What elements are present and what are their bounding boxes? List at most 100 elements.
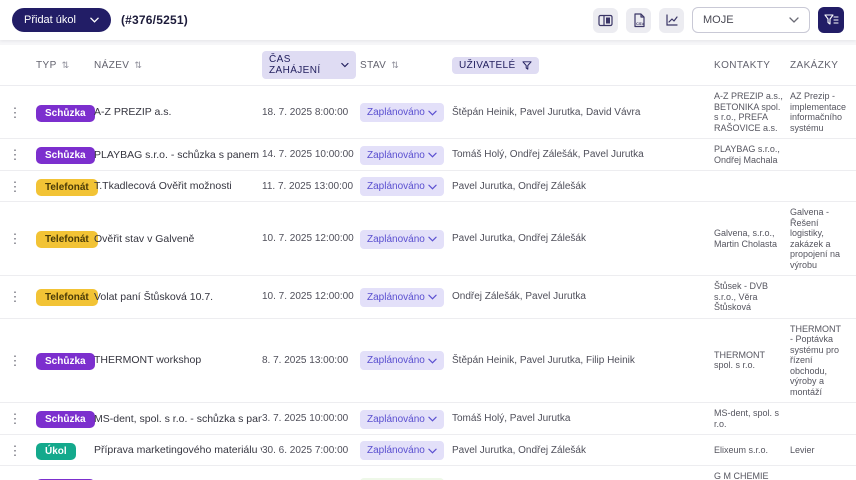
- contacts-list: PLAYBAG s.r.o., Ondřej Machala: [714, 144, 790, 165]
- type-badge: Úkol: [36, 443, 76, 460]
- start-time: 14. 7. 2025 10:00:00: [262, 149, 360, 160]
- type-badge: Telefonát: [36, 179, 98, 196]
- sort-icon[interactable]: ⇅: [62, 60, 70, 71]
- contacts-list: A-Z PREZIP a.s., BETONIKA spol. s r.o., …: [714, 91, 790, 133]
- orders-list: Galvena - Řešení logistiky, zakázek a pr…: [790, 207, 856, 270]
- task-name[interactable]: MS-dent, spol. s r.o. - schůzka s panem …: [94, 413, 262, 425]
- table-row: ⋮ Telefonát Volat paní Štůsková 10.7. 10…: [0, 276, 856, 319]
- type-badge: Schůzka: [36, 353, 95, 370]
- row-menu-icon[interactable]: ⋮: [9, 444, 22, 457]
- chevron-down-icon: [428, 184, 437, 190]
- users-list: Tomáš Holý, Ondřej Zálešák, Pavel Jurutk…: [452, 149, 714, 160]
- type-badge: Schůzka: [36, 411, 95, 428]
- orders-list: Levier: [790, 445, 856, 456]
- contacts-list: Galvena, s.r.o., Martin Cholasta: [714, 228, 790, 249]
- table-body: ⋮ Schůzka A-Z PREZIP a.s. 18. 7. 2025 8:…: [0, 86, 856, 480]
- contacts-list: Štůsek - DVB s.r.o., Věra Štůsková: [714, 281, 790, 313]
- table-row: ⋮ Schůzka MS-dent, spol. s r.o. - schůzk…: [0, 403, 856, 435]
- start-time: 8. 7. 2025 13:00:00: [262, 355, 360, 366]
- status-select[interactable]: Zaplánováno: [360, 146, 444, 165]
- chevron-down-icon: [789, 17, 799, 23]
- users-list: Pavel Jurutka, Ondřej Zálešák: [452, 445, 714, 456]
- sort-icon[interactable]: ⇅: [134, 60, 142, 71]
- chevron-down-icon: [428, 416, 437, 422]
- column-header-nazev[interactable]: NÁZEV ⇅: [94, 60, 262, 71]
- task-name[interactable]: T.Tkadlecová Ověřit možnosti: [94, 180, 262, 192]
- row-menu-icon[interactable]: ⋮: [9, 148, 22, 161]
- column-header-cas-zahajeni[interactable]: ČAS ZAHÁJENÍ: [262, 51, 360, 79]
- chevron-down-icon: [428, 152, 437, 158]
- table-row: ⋮ Schůzka THERMONT workshop 8. 7. 2025 1…: [0, 319, 856, 404]
- row-menu-icon[interactable]: ⋮: [9, 180, 22, 193]
- filter-funnel-icon: [522, 61, 532, 70]
- table-row: ⋮ Schůzka PLAYBAG s.r.o. - schůzka s pan…: [0, 139, 856, 171]
- chevron-down-icon: [90, 17, 99, 23]
- table-row: ⋮ Telefonát Ověřit stav v Galveně 10. 7.…: [0, 202, 856, 276]
- status-select[interactable]: Zaplánováno: [360, 288, 444, 307]
- row-menu-icon[interactable]: ⋮: [9, 412, 22, 425]
- view-filter-value: MOJE: [703, 14, 734, 26]
- task-name[interactable]: THERMONT workshop: [94, 354, 262, 366]
- column-header-stav[interactable]: STAV ⇅: [360, 60, 452, 71]
- task-name[interactable]: A-Z PREZIP a.s.: [94, 106, 262, 118]
- status-select[interactable]: Zaplánováno: [360, 230, 444, 249]
- export-csv-button[interactable]: CSV: [626, 8, 651, 33]
- start-time: 30. 6. 2025 7:00:00: [262, 445, 360, 456]
- column-header-uzivatele[interactable]: UŽIVATELÉ: [452, 57, 714, 74]
- view-columns-icon: [598, 14, 613, 27]
- start-time: 11. 7. 2025 13:00:00: [262, 181, 360, 192]
- type-badge: Schůzka: [36, 105, 95, 122]
- start-time: 3. 7. 2025 10:00:00: [262, 413, 360, 424]
- status-select[interactable]: Zaplánováno: [360, 410, 444, 429]
- sort-icon[interactable]: ⇅: [391, 60, 399, 71]
- task-name[interactable]: Volat paní Štůsková 10.7.: [94, 291, 262, 303]
- start-time: 10. 7. 2025 12:00:00: [262, 233, 360, 244]
- tasks-table: TYP ⇅ NÁZEV ⇅ ČAS ZAHÁJENÍ STAV ⇅ UŽIVAT…: [0, 45, 856, 480]
- users-list: Pavel Jurutka, Ondřej Zálešák: [452, 181, 714, 192]
- start-time: 10. 7. 2025 12:00:00: [262, 291, 360, 302]
- chevron-down-icon: [428, 448, 437, 454]
- table-row: ⋮ Schůzka A-Z PREZIP a.s. 18. 7. 2025 8:…: [0, 86, 856, 139]
- row-menu-icon[interactable]: ⋮: [9, 290, 22, 303]
- chevron-down-icon: [428, 294, 437, 300]
- status-select[interactable]: Zaplánováno: [360, 441, 444, 460]
- chart-view-button[interactable]: [659, 8, 684, 33]
- chevron-down-icon: [428, 358, 437, 364]
- contacts-list: MS-dent, spol. s r.o.: [714, 408, 790, 429]
- row-menu-icon[interactable]: ⋮: [9, 354, 22, 367]
- chevron-down-icon: [428, 236, 437, 242]
- type-badge: Schůzka: [36, 147, 95, 164]
- task-counter: (#376/5251): [121, 13, 188, 27]
- view-columns-button[interactable]: [593, 8, 618, 33]
- status-select[interactable]: Zaplánováno: [360, 351, 444, 370]
- table-row: ⋮ Telefonát T.Tkadlecová Ověřit možnosti…: [0, 171, 856, 202]
- task-name[interactable]: Ověřit stav v Galveně: [94, 233, 262, 245]
- row-menu-icon[interactable]: ⋮: [9, 232, 22, 245]
- column-header-typ[interactable]: TYP ⇅: [36, 60, 94, 71]
- filter-button[interactable]: [818, 7, 844, 33]
- sort-desc-icon: [341, 62, 349, 68]
- chart-icon: [665, 14, 679, 27]
- row-menu-icon[interactable]: ⋮: [9, 106, 22, 119]
- top-toolbar: Přidat úkol (#376/5251) CSV MOJE: [0, 0, 856, 40]
- status-select[interactable]: Zaplánováno: [360, 177, 444, 196]
- contacts-list: Elixeum s.r.o.: [714, 445, 790, 456]
- column-header-kontakty[interactable]: KONTAKTY: [714, 60, 790, 71]
- task-name[interactable]: PLAYBAG s.r.o. - schůzka s panem Machalo…: [94, 149, 262, 161]
- column-header-zakazky[interactable]: ZAKÁZKY: [790, 60, 856, 71]
- users-list: Ondřej Zálešák, Pavel Jurutka: [452, 291, 714, 302]
- add-task-button[interactable]: Přidat úkol: [12, 8, 111, 32]
- status-select[interactable]: Zaplánováno: [360, 103, 444, 122]
- start-time: 18. 7. 2025 8:00:00: [262, 107, 360, 118]
- contacts-list: THERMONT spol. s r.o.: [714, 350, 790, 371]
- filter-settings-icon: [824, 14, 839, 26]
- users-list: Pavel Jurutka, Ondřej Zálešák: [452, 233, 714, 244]
- view-filter-select[interactable]: MOJE: [692, 7, 810, 33]
- export-csv-icon: CSV: [632, 13, 646, 28]
- contacts-list: G M CHEMIE spol. s r.o., Ondřej Gajdošík: [714, 471, 790, 480]
- svg-text:CSV: CSV: [636, 21, 645, 26]
- table-row: ⋮ Schůzka G M CHEMIE spol. s r.o. - schů…: [0, 466, 856, 480]
- users-list: Štěpán Heinik, Pavel Jurutka, Filip Hein…: [452, 355, 714, 366]
- task-name[interactable]: Příprava marketingového materiálu viz. L…: [94, 444, 262, 456]
- table-row: ⋮ Úkol Příprava marketingového materiálu…: [0, 435, 856, 466]
